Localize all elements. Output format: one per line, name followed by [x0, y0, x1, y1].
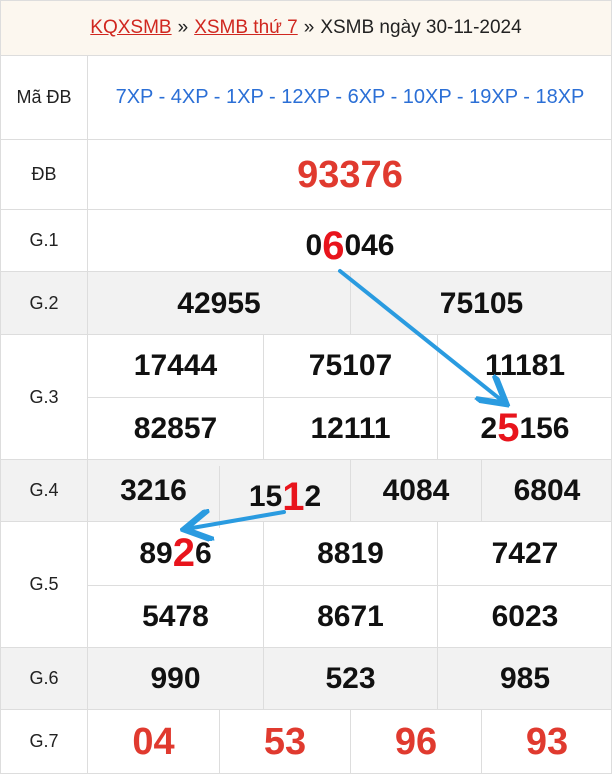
- row-label-g1: G.1: [0, 210, 88, 271]
- g4-value: 4084: [350, 460, 481, 522]
- g7-value: 93: [481, 710, 612, 774]
- g4-value: 6804: [481, 460, 612, 522]
- breadcrumb: KQXSMB » XSMB thứ 7 » XSMB ngày 30-11-20…: [0, 0, 612, 56]
- row-label-g6: G.6: [0, 648, 88, 709]
- g2-value: 42955: [177, 286, 261, 320]
- g3-highlight-digit: 5: [497, 406, 520, 450]
- g3-value: 75107: [263, 335, 437, 397]
- g3-value-part: 156: [519, 411, 570, 445]
- row-g5: G.5 89 2 6 8819 7427 5478 8671 6023: [0, 522, 612, 648]
- g1-value-part: 0: [305, 229, 323, 262]
- g5-value: 8671: [263, 585, 437, 648]
- g6-value: 990: [150, 662, 201, 695]
- g7-value: 04: [132, 720, 175, 763]
- g4-value: 15 1 2: [219, 466, 350, 528]
- row-g7: G.7 04 53 96 93: [0, 710, 612, 774]
- breadcrumb-separator: »: [303, 17, 315, 38]
- special-prize-value: 93376: [297, 153, 403, 196]
- g1-highlight-digit: 6: [322, 223, 345, 268]
- g5-value: 8819: [263, 522, 437, 585]
- row-db: ĐB 93376: [0, 140, 612, 210]
- g5-value: 6023: [437, 585, 612, 648]
- g3-value: 2 5 156: [437, 397, 612, 460]
- g4-value-part: 15: [248, 480, 283, 513]
- g1-value: 0 6 046: [88, 216, 612, 276]
- row-g6: G.6 990 523 985: [0, 648, 612, 710]
- row-ma-db: Mã ĐB 7XP - 4XP - 1XP - 12XP - 6XP - 10X…: [0, 56, 612, 140]
- g5-value-part: 6: [194, 536, 212, 570]
- g4-value-part: 2: [304, 480, 322, 513]
- g4-value: 3216: [120, 474, 187, 507]
- row-label-g2: G.2: [0, 272, 88, 334]
- g3-value-part: 2: [480, 411, 498, 445]
- row-label-db: ĐB: [0, 140, 88, 209]
- row-label-ma-db: Mã ĐB: [0, 56, 88, 139]
- row-label-g7: G.7: [0, 710, 88, 773]
- g5-value: 5478: [142, 599, 209, 633]
- g5-highlight-digit: 2: [172, 531, 195, 575]
- g3-value: 11181: [437, 335, 612, 397]
- row-label-g4: G.4: [0, 460, 88, 521]
- row-g4: G.4 3216 15 1 2 4084 6804: [0, 460, 612, 528]
- row-label-g3: G.3: [0, 335, 88, 459]
- breadcrumb-link-kqxsmb[interactable]: KQXSMB: [90, 17, 171, 39]
- breadcrumb-separator: »: [177, 17, 189, 38]
- g1-value-part: 046: [344, 229, 395, 262]
- row-label-g5: G.5: [0, 522, 88, 647]
- g3-value: 17444: [133, 349, 218, 382]
- row-g1: G.1 0 6 046: [0, 210, 612, 272]
- special-codes: 7XP - 4XP - 1XP - 12XP - 6XP - 10XP - 19…: [115, 86, 585, 108]
- g5-value: 89 2 6: [88, 522, 263, 585]
- page-title: XSMB ngày 30-11-2024: [320, 17, 522, 38]
- g5-value: 7427: [437, 522, 612, 585]
- row-g3: G.3 17444 75107 11181 82857 12111 2 5 156: [0, 335, 612, 460]
- g6-value: 985: [437, 648, 612, 710]
- g6-value: 523: [263, 648, 437, 710]
- g3-value: 82857: [133, 411, 218, 445]
- g7-value: 53: [219, 710, 350, 774]
- g4-highlight-digit: 1: [282, 474, 305, 519]
- g3-value: 12111: [263, 397, 437, 460]
- g5-value-part: 89: [139, 536, 173, 570]
- g2-value: 75105: [350, 272, 612, 335]
- g7-value: 96: [350, 710, 481, 774]
- row-g2: G.2 42955 75105: [0, 272, 612, 335]
- breadcrumb-link-xsmb-thu-7[interactable]: XSMB thứ 7: [194, 17, 298, 39]
